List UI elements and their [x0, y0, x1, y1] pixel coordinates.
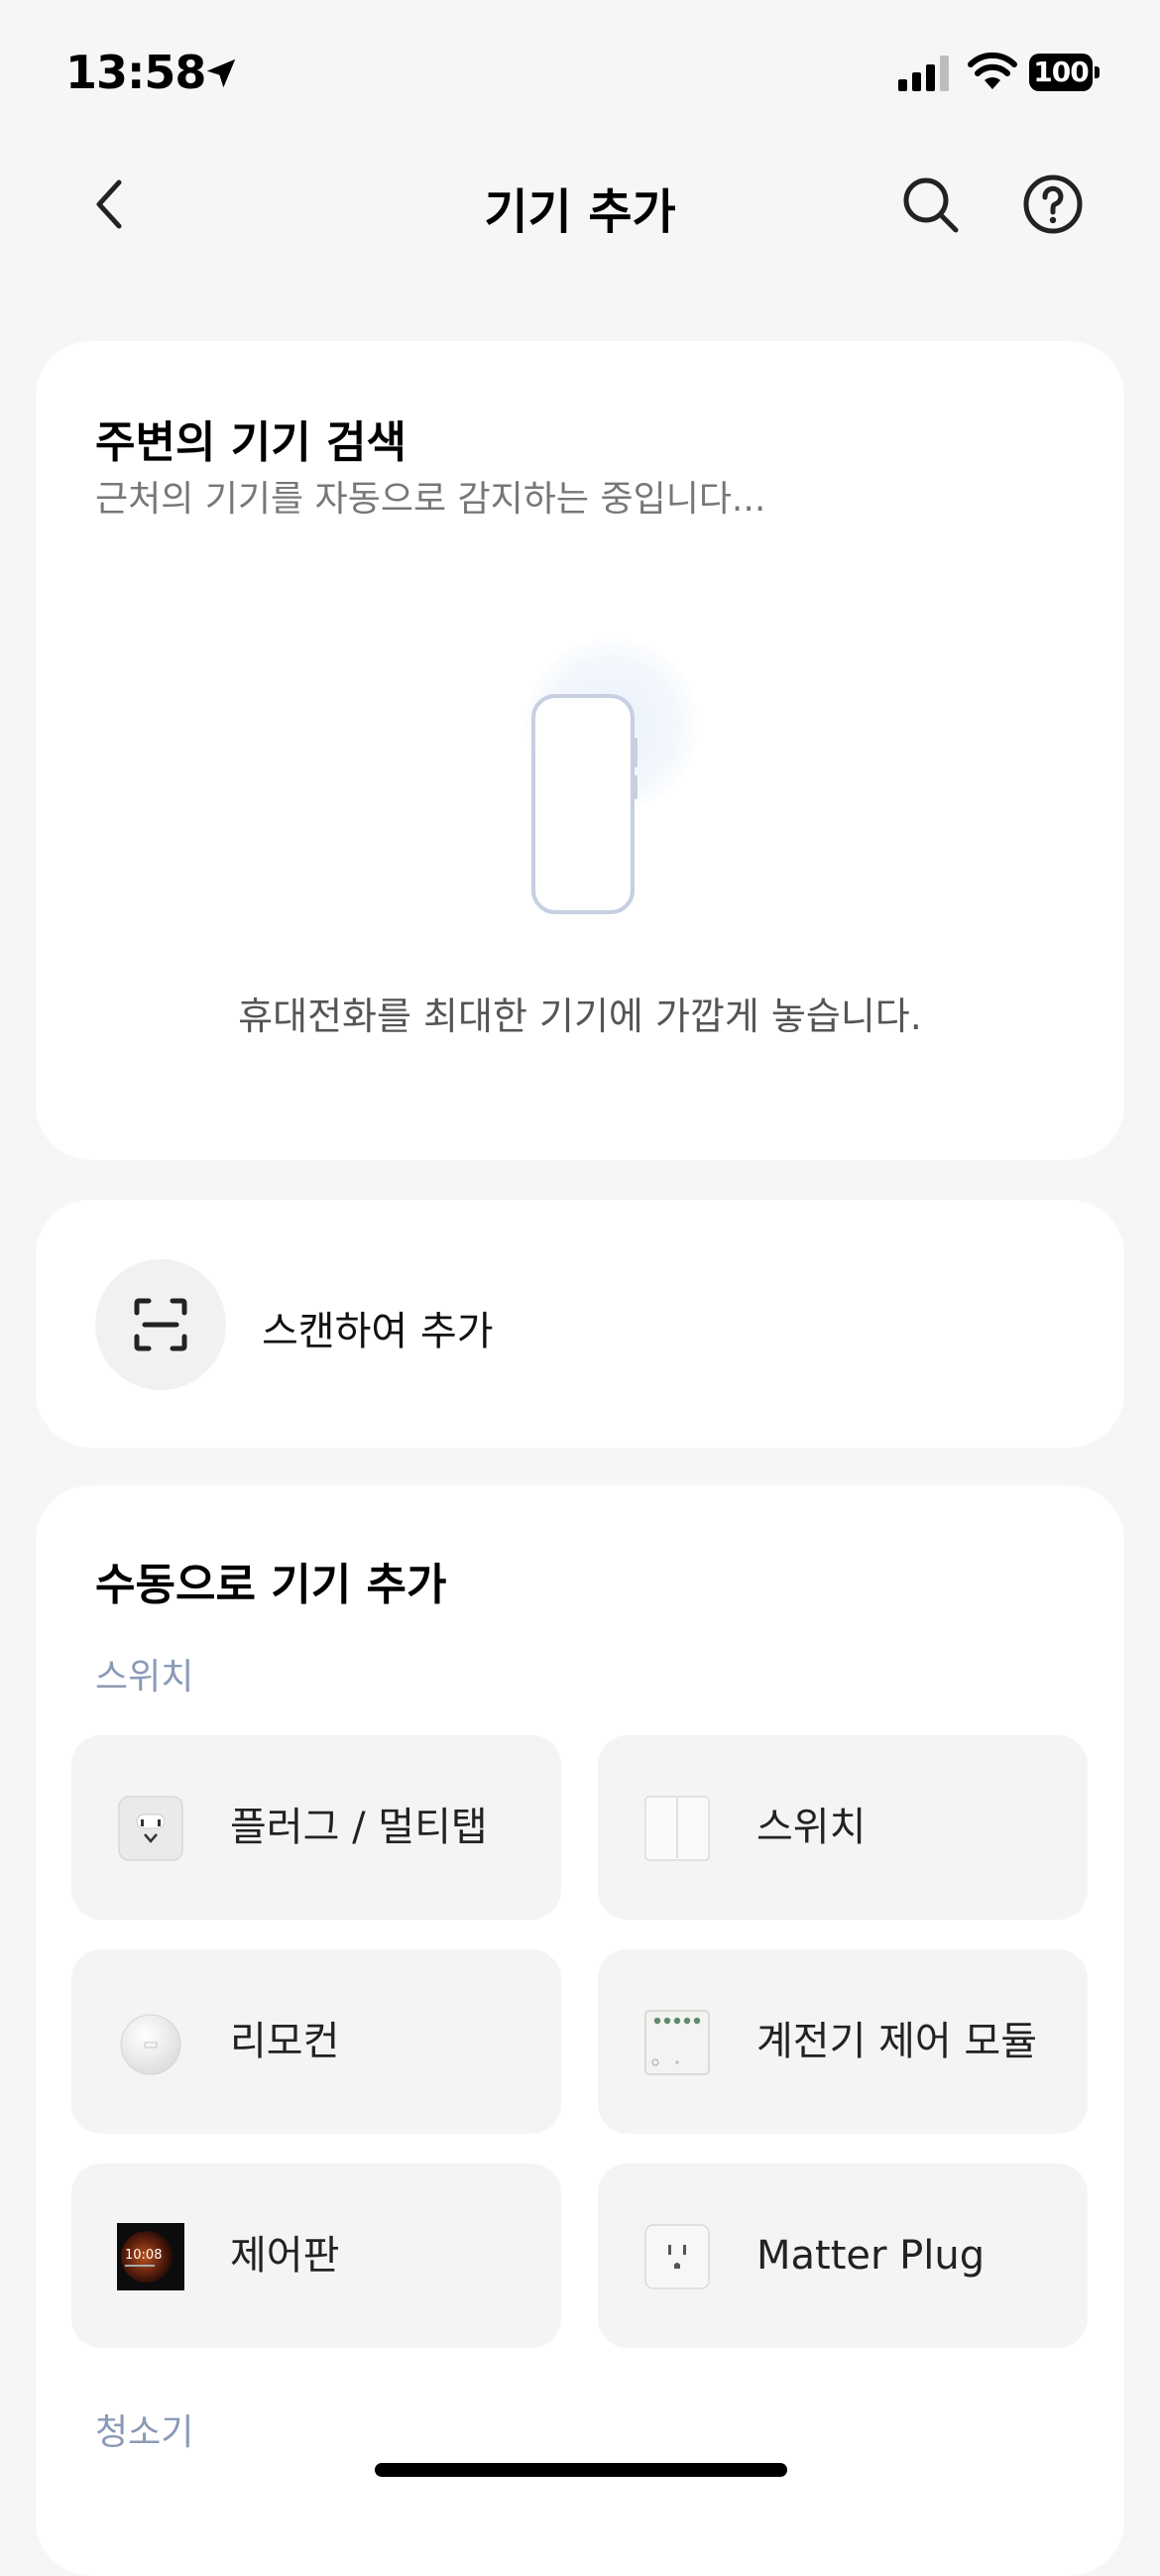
- manual-title: 수동으로 기기 추가: [95, 1560, 447, 1610]
- device-tile-label: 플러그 / 멀티탭: [230, 1805, 488, 1850]
- device-tile-control-panel[interactable]: 10:08 제어판: [71, 2164, 561, 2348]
- plug-icon: [118, 1796, 183, 1861]
- scan-icon-circle: [95, 1259, 226, 1390]
- cellular-signal-icon: [898, 56, 949, 91]
- device-tile-remote[interactable]: 리모컨: [71, 1949, 561, 2134]
- battery-icon: 100: [1029, 54, 1101, 91]
- remote-icon: [120, 2014, 181, 2075]
- device-tile-relay-module[interactable]: 계전기 제어 모듈: [598, 1949, 1088, 2134]
- scan-to-add-label: 스캔하여 추가: [262, 1309, 494, 1354]
- device-tile-label: 계전기 제어 모듈: [756, 2019, 1038, 2064]
- phone-illustration: [488, 639, 698, 936]
- nearby-subtitle: 근처의 기기를 자동으로 감지하는 중입니다...: [95, 479, 766, 520]
- device-tile-label: 리모컨: [230, 2019, 340, 2064]
- status-time: 13:58: [65, 46, 206, 99]
- nearby-devices-card: 주변의 기기 검색 근처의 기기를 자동으로 감지하는 중입니다... 휴대전화…: [36, 341, 1124, 1160]
- device-tile-matter-plug[interactable]: Matter Plug: [598, 2164, 1088, 2348]
- matter-plug-icon: [644, 2224, 710, 2289]
- scan-qr-icon: [134, 1298, 187, 1351]
- nearby-hint: 휴대전화를 최대한 기기에 가깝게 놓습니다.: [238, 995, 922, 1038]
- switch-icon: [644, 1796, 710, 1861]
- status-bar: 13:58 100: [0, 0, 1160, 149]
- phone-icon: [531, 694, 635, 914]
- nearby-title: 주변의 기기 검색: [95, 417, 406, 468]
- manual-add-card: 수동으로 기기 추가 스위치 플러그 / 멀티탭 스위치 리모컨 계전기 제어 …: [36, 1485, 1124, 2576]
- page-title: 기기 추가: [484, 184, 676, 240]
- device-tile-plug[interactable]: 플러그 / 멀티탭: [71, 1735, 561, 1920]
- wifi-icon: [968, 52, 1017, 89]
- home-indicator: [375, 2463, 787, 2477]
- device-tile-label: Matter Plug: [756, 2233, 986, 2279]
- location-arrow-icon: [206, 59, 236, 88]
- section-label-vacuum: 청소기: [95, 2412, 194, 2453]
- scan-to-add-row[interactable]: 스캔하여 추가: [36, 1200, 1124, 1448]
- device-tile-label: 제어판: [230, 2233, 340, 2279]
- relay-module-icon: [644, 2010, 710, 2075]
- control-panel-icon: 10:08: [117, 2223, 184, 2290]
- control-panel-screen-time: 10:08: [125, 2248, 162, 2263]
- search-icon[interactable]: [898, 173, 962, 236]
- device-tile-switch[interactable]: 스위치: [598, 1735, 1088, 1920]
- help-icon[interactable]: [1021, 173, 1085, 236]
- battery-level: 100: [1029, 54, 1093, 91]
- device-tile-label: 스위치: [756, 1805, 867, 1850]
- section-label-switch: 스위치: [95, 1657, 194, 1698]
- nav-bar: 기기 추가: [0, 149, 1160, 258]
